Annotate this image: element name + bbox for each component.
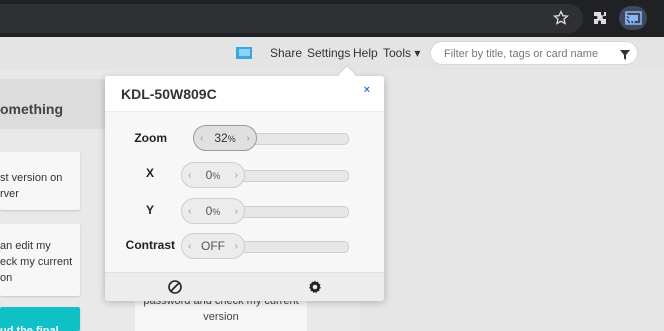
chevron-left-icon[interactable]: ‹ [188,206,191,217]
zoom-slider-handle[interactable]: ‹ 32% › [193,125,257,151]
cast-status-icon[interactable] [235,46,253,65]
search-input[interactable] [442,44,616,64]
star-icon[interactable] [549,6,573,30]
chevron-right-icon[interactable]: › [247,133,250,144]
chevron-right-icon[interactable]: › [235,206,238,217]
y-label: Y [145,203,154,217]
cast-icon[interactable] [619,6,647,30]
menu-tools[interactable]: Tools ▾ [383,46,420,60]
chevron-left-icon[interactable]: ‹ [188,241,191,252]
chevron-left-icon[interactable]: ‹ [200,133,203,144]
cast-popup: KDL-50W809C × Zoom ‹ 32% › X ‹ 0% › Y ‹ … [105,66,384,301]
x-slider-track[interactable] [233,170,349,182]
zoom-value: 32 [214,131,228,145]
contrast-slider-handle[interactable]: ‹ OFF › [181,233,245,259]
x-slider-handle[interactable]: ‹ 0% › [181,162,245,188]
y-unit: % [212,207,221,217]
close-icon[interactable]: × [364,84,370,96]
menu-share[interactable]: Share [270,46,302,60]
contrast-label: Contrast [125,238,175,252]
search-box [430,41,638,65]
popup-header: KDL-50W809C × [105,76,384,112]
y-slider-handle[interactable]: ‹ 0% › [181,198,245,224]
browser-toolbar [0,0,664,37]
card[interactable]: an edit my eck my current on [0,224,80,296]
app-toolbar: Share Settings Help Tools ▾ [0,37,664,70]
y-slider-track[interactable] [233,206,349,218]
settings-icon[interactable] [307,279,323,295]
zoom-unit: % [227,134,236,144]
stop-icon[interactable] [167,279,183,295]
menu-help[interactable]: Help [353,46,378,60]
filter-icon[interactable] [620,47,630,65]
card[interactable]: ud the final [0,307,80,331]
chevron-right-icon[interactable]: › [235,241,238,252]
popup-body: Zoom ‹ 32% › X ‹ 0% › Y ‹ 0% › Contrast … [105,112,384,272]
device-name: KDL-50W809C [121,86,217,102]
list-header: omething [0,79,110,129]
zoom-label: Zoom [134,131,167,145]
contrast-value: OFF [201,239,225,253]
contrast-slider-track[interactable] [233,241,349,253]
chevron-left-icon[interactable]: ‹ [188,170,191,181]
extensions-icon[interactable] [588,6,612,30]
board-background [360,70,664,331]
zoom-slider-track[interactable] [245,133,349,145]
address-bar[interactable] [0,4,583,33]
menu-settings[interactable]: Settings [307,46,350,60]
chevron-right-icon[interactable]: › [235,170,238,181]
popup-footer [105,272,384,301]
x-unit: % [212,171,221,181]
card[interactable]: st version on rver [0,152,80,210]
list-title: omething [0,101,63,117]
x-label: X [145,166,154,180]
